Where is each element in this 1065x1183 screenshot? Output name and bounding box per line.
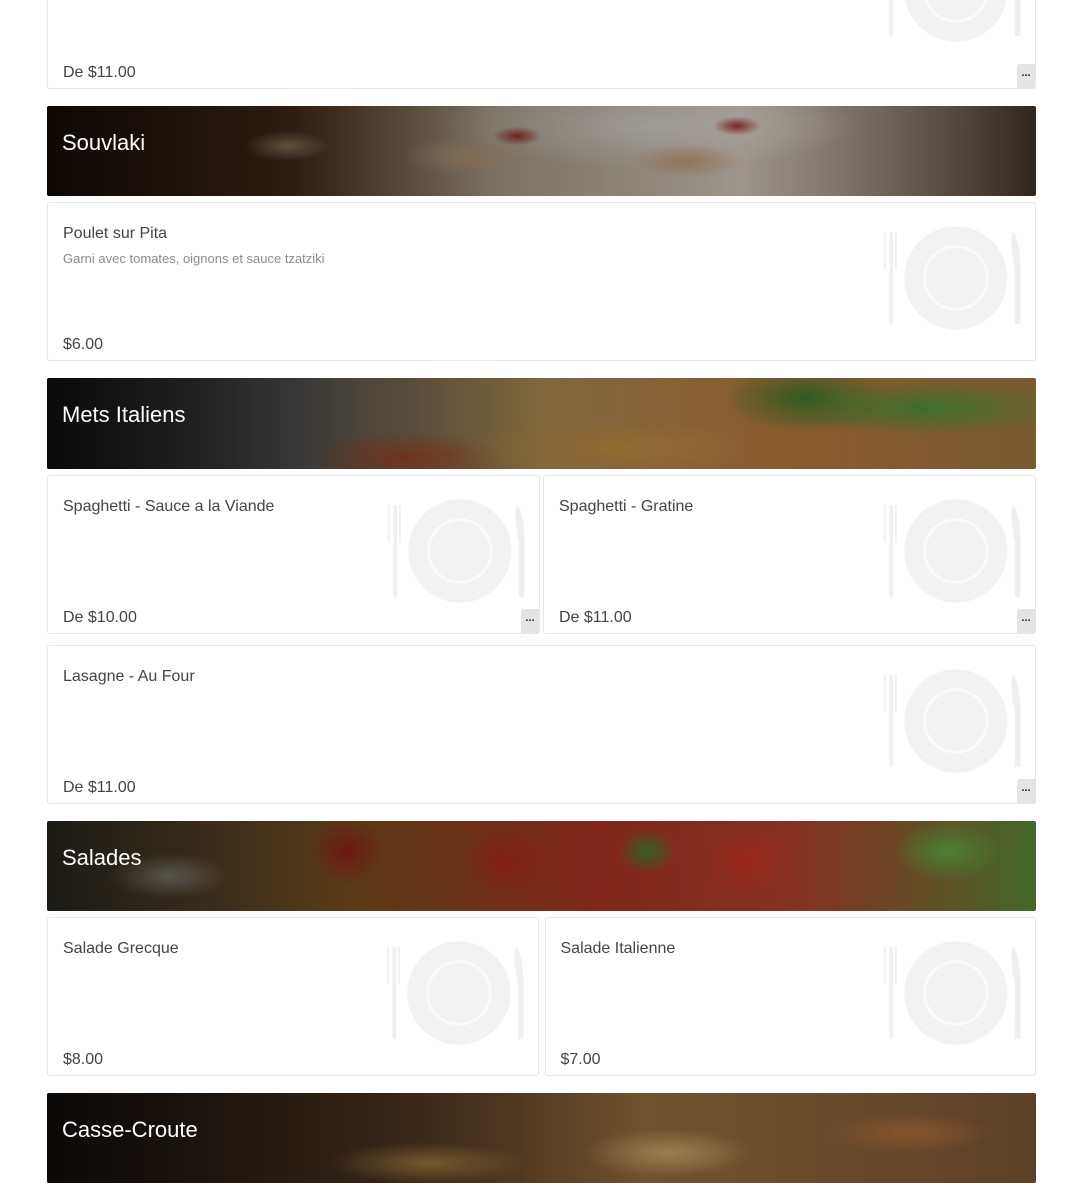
more-options-button[interactable]: ... — [1017, 64, 1035, 88]
menu-item-row: Spaghetti - Sauce a la Viande De $10.00 … — [47, 475, 1036, 634]
item-title: Spaghetti - Sauce a la Viande — [63, 498, 275, 515]
menu-item-card[interactable]: Spaghetti - Sauce a la Viande De $10.00 … — [47, 475, 540, 634]
plate-placeholder-icon — [882, 224, 1022, 332]
category-banner-salades: Salades — [47, 821, 1036, 911]
menu-item-card[interactable]: De $11.00 ... — [47, 0, 1036, 89]
plate-placeholder-icon — [882, 939, 1022, 1047]
item-description: Garni avec tomates, oignons et sauce tza… — [63, 251, 325, 266]
menu-item-card[interactable]: Salade Italienne $7.00 — [544, 917, 1036, 1076]
menu-item-card[interactable]: Salade Grecque $8.00 — [47, 917, 539, 1076]
item-title: Salade Italienne — [560, 940, 676, 957]
menu-item-card[interactable]: Spaghetti - Gratine De $11.00 ... — [543, 475, 1036, 634]
category-title: Souvlaki — [62, 130, 146, 155]
menu-item-card[interactable]: Lasagne - Au Four De $11.00 ... — [47, 645, 1036, 804]
more-options-button[interactable]: ... — [521, 609, 539, 633]
item-price: De $11.00 — [63, 64, 136, 81]
category-title: Salades — [62, 845, 142, 870]
menu-item-card[interactable]: Poulet sur Pita Garni avec tomates, oign… — [47, 202, 1036, 361]
item-price: $7.00 — [560, 1051, 601, 1068]
category-title: Mets Italiens — [62, 402, 186, 427]
item-title: Spaghetti - Gratine — [559, 498, 694, 515]
item-price: $6.00 — [63, 336, 104, 353]
more-options-button[interactable]: ... — [1017, 779, 1035, 803]
plate-placeholder-icon — [882, 0, 1022, 44]
category-banner-casse-croute: Casse-Croute — [47, 1093, 1036, 1183]
plate-placeholder-icon — [882, 497, 1022, 605]
item-price: De $10.00 — [63, 609, 137, 626]
item-price: De $11.00 — [63, 779, 136, 796]
menu-content: De $11.00 ... Souvlaki Poulet sur Pita G… — [47, 0, 1036, 1183]
category-title: Casse-Croute — [62, 1117, 198, 1142]
item-title: Lasagne - Au Four — [63, 668, 195, 685]
more-options-button[interactable]: ... — [1017, 609, 1035, 633]
item-price: $8.00 — [63, 1051, 104, 1068]
item-title: Poulet sur Pita — [63, 225, 168, 242]
plate-placeholder-icon — [385, 939, 525, 1047]
category-banner-mets-italiens: Mets Italiens — [47, 378, 1036, 469]
plate-placeholder-icon — [882, 667, 1022, 775]
item-price: De $11.00 — [559, 609, 632, 626]
plate-placeholder-icon — [386, 497, 526, 605]
category-banner-souvlaki: Souvlaki — [47, 106, 1036, 196]
menu-item-row: Salade Grecque $8.00 Salade Italienne $7… — [47, 917, 1036, 1076]
item-title: Salade Grecque — [63, 940, 179, 957]
